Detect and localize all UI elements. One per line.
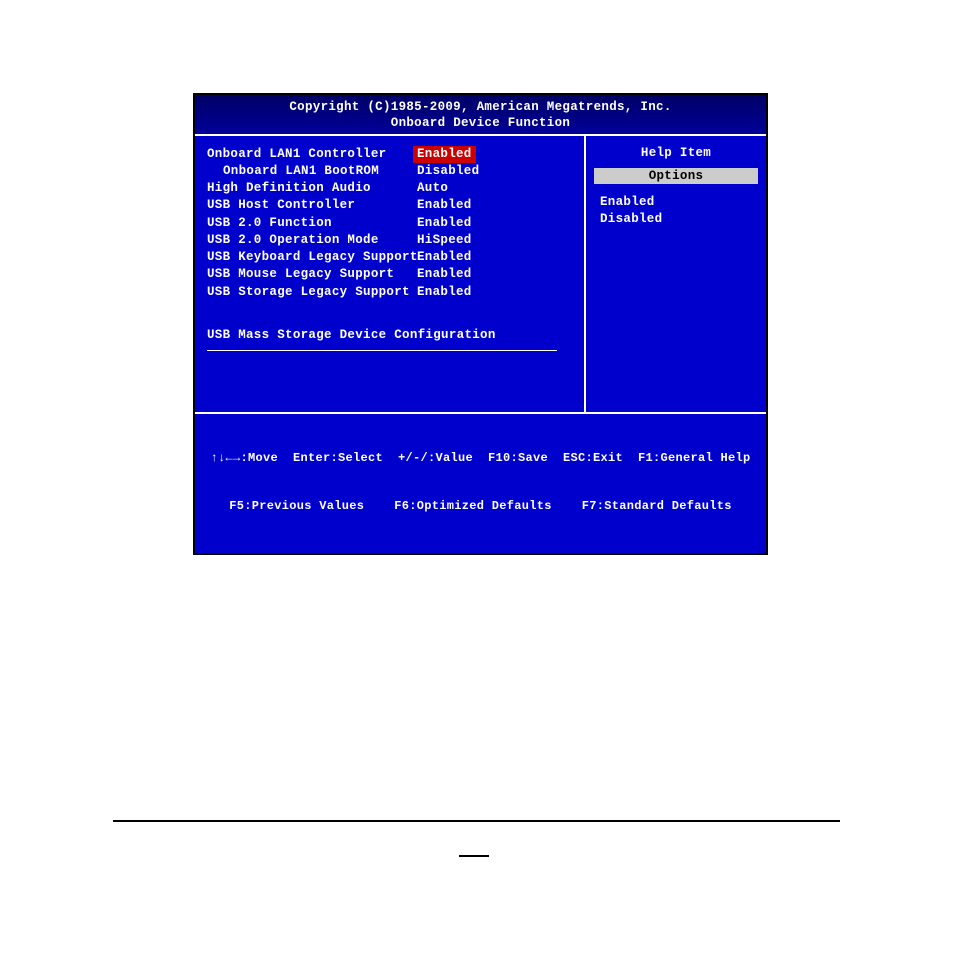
option-onboard-lan1-controller[interactable]: Onboard LAN1 Controller Enabled [207, 146, 576, 163]
section-usb-mass-storage-config[interactable]: USB Mass Storage Device Configuration [207, 327, 576, 345]
bios-window: Copyright (C)1985-2009, American Megatre… [193, 93, 768, 555]
option-value: Enabled [417, 284, 472, 301]
option-usb-2-0-function[interactable]: USB 2.0 Function Enabled [207, 215, 576, 232]
option-value: Enabled [417, 249, 472, 266]
help-option-disabled: Disabled [600, 211, 756, 229]
option-label: USB Mouse Legacy Support [207, 266, 417, 283]
option-usb-2-0-operation-mode[interactable]: USB 2.0 Operation Mode HiSpeed [207, 232, 576, 249]
option-value: Auto [417, 180, 448, 197]
option-label: USB 2.0 Operation Mode [207, 232, 417, 249]
option-label: USB Host Controller [207, 197, 417, 214]
option-usb-host-controller[interactable]: USB Host Controller Enabled [207, 197, 576, 214]
option-label: Onboard LAN1 Controller [207, 146, 417, 163]
option-value: Disabled [417, 163, 479, 180]
option-value: HiSpeed [417, 232, 472, 249]
main-panel: Onboard LAN1 Controller Enabled Onboard … [195, 136, 586, 412]
option-label: USB Keyboard Legacy Support [207, 249, 417, 266]
help-title: Help Item [596, 146, 756, 160]
option-label: USB Storage Legacy Support [207, 284, 417, 301]
footer-line-2: F5:Previous Values F6:Optimized Defaults… [201, 498, 760, 514]
option-usb-storage-legacy-support[interactable]: USB Storage Legacy Support Enabled [207, 284, 576, 301]
help-panel: Help Item Options Enabled Disabled [586, 136, 766, 412]
page-divider [113, 820, 840, 822]
title-bar: Copyright (C)1985-2009, American Megatre… [195, 95, 766, 134]
option-high-definition-audio[interactable]: High Definition Audio Auto [207, 180, 576, 197]
help-options-bar: Options [594, 168, 758, 184]
option-usb-keyboard-legacy-support[interactable]: USB Keyboard Legacy Support Enabled [207, 249, 576, 266]
content-area: Onboard LAN1 Controller Enabled Onboard … [195, 134, 766, 414]
footer-hints: ↑↓←→:Move Enter:Select +/-/:Value F10:Sa… [195, 414, 766, 554]
option-value: Enabled [417, 197, 472, 214]
option-value: Enabled [417, 215, 472, 232]
page-title: Onboard Device Function [195, 115, 766, 131]
page-number-underline [459, 855, 489, 857]
option-value: Enabled [417, 266, 472, 283]
option-label: High Definition Audio [207, 180, 417, 197]
footer-line-1: ↑↓←→:Move Enter:Select +/-/:Value F10:Sa… [201, 450, 760, 466]
help-option-enabled: Enabled [600, 194, 756, 212]
copyright-text: Copyright (C)1985-2009, American Megatre… [195, 99, 766, 115]
option-usb-mouse-legacy-support[interactable]: USB Mouse Legacy Support Enabled [207, 266, 576, 283]
divider [207, 350, 557, 351]
option-label: USB 2.0 Function [207, 215, 417, 232]
option-onboard-lan1-bootrom[interactable]: Onboard LAN1 BootROM Disabled [207, 163, 576, 180]
option-label: Onboard LAN1 BootROM [223, 163, 417, 180]
option-value: Enabled [413, 146, 476, 163]
